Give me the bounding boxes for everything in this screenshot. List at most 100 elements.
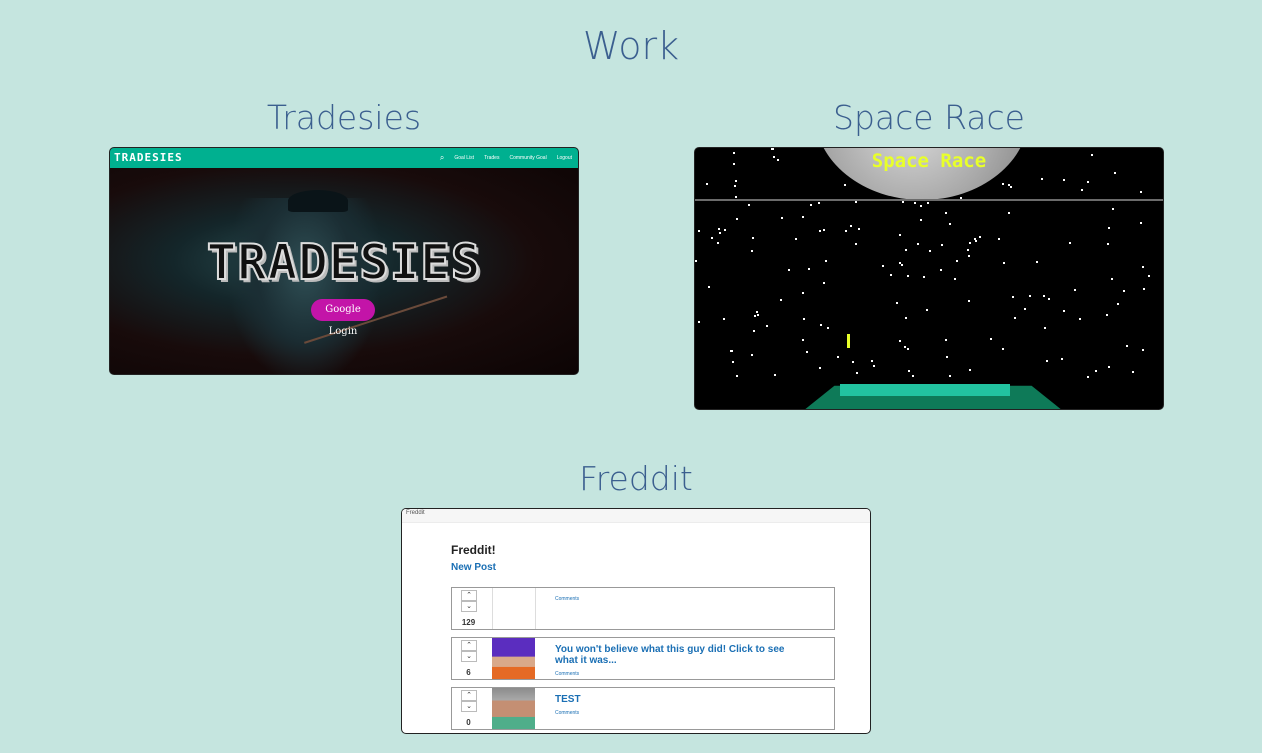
star	[698, 230, 700, 232]
star	[730, 350, 732, 352]
star	[912, 375, 914, 377]
star	[899, 262, 901, 264]
star	[1043, 295, 1045, 297]
star	[717, 242, 719, 244]
star	[774, 374, 776, 376]
star	[1003, 262, 1005, 264]
post-title: TEST	[555, 694, 581, 705]
star	[808, 268, 810, 270]
star	[819, 367, 821, 369]
star	[718, 228, 720, 230]
star	[820, 324, 822, 326]
hat-shape	[288, 190, 348, 212]
star	[736, 218, 738, 220]
freddit-window-title: Freddit	[406, 510, 425, 516]
star	[735, 196, 737, 198]
star	[1142, 266, 1144, 268]
star	[819, 230, 821, 232]
tradesies-headline: TRADESIES	[206, 233, 482, 292]
new-post-link: New Post	[451, 562, 497, 573]
post-row: ⌃ ⌄ 6 You won't believe what this guy di…	[451, 637, 835, 680]
star	[732, 361, 734, 363]
star	[1126, 345, 1128, 347]
star	[1123, 290, 1125, 292]
downvote-icon: ⌄	[461, 701, 477, 712]
star	[803, 318, 805, 320]
post-title: You won't believe what this guy did! Cli…	[555, 644, 785, 666]
post-score: 0	[466, 718, 471, 727]
star	[907, 348, 909, 350]
nav-trades: Trades	[484, 155, 500, 161]
finish-line	[695, 199, 1163, 201]
star	[902, 201, 904, 203]
star	[723, 318, 725, 320]
star	[736, 375, 738, 377]
star	[780, 299, 782, 301]
project-title-tradesies: Tradesies	[266, 98, 422, 137]
star	[896, 302, 898, 304]
star	[969, 242, 971, 244]
player-rocket	[847, 334, 850, 348]
post-thumbnail	[492, 638, 535, 679]
post-thumbnail	[492, 688, 535, 729]
star	[1002, 183, 1004, 185]
freddit-screenshot[interactable]: Freddit Freddit! New Post ⌃ ⌄ 129 Commen…	[402, 509, 870, 733]
star	[949, 375, 951, 377]
star	[1108, 227, 1110, 229]
star	[920, 205, 922, 207]
star	[1046, 360, 1048, 362]
divider	[492, 588, 493, 629]
upvote-icon: ⌃	[461, 640, 477, 651]
tradesies-brand: TRADESIES	[114, 151, 183, 164]
star	[1148, 275, 1150, 277]
star	[795, 238, 797, 240]
star	[917, 243, 919, 245]
comments-link: Comments	[555, 596, 580, 602]
star	[927, 202, 929, 204]
star	[926, 309, 928, 311]
google-login-button: Google Login	[311, 299, 375, 337]
divider	[535, 588, 536, 629]
star	[858, 228, 860, 230]
star	[766, 325, 768, 327]
space-race-screenshot[interactable]: Space Race	[695, 148, 1163, 409]
freddit-titlebar: Freddit	[402, 509, 870, 523]
star	[844, 184, 846, 186]
downvote-icon: ⌄	[461, 601, 477, 612]
star	[890, 274, 892, 276]
star	[940, 269, 942, 271]
star	[1079, 318, 1081, 320]
upvote-icon: ⌃	[461, 590, 477, 601]
star	[818, 202, 820, 204]
tradesies-screenshot[interactable]: TRADESIES ⌕ Goal List Trades Community G…	[110, 148, 578, 374]
star	[873, 365, 875, 367]
star	[781, 217, 783, 219]
star	[949, 223, 951, 225]
star	[1063, 310, 1065, 312]
star	[901, 264, 903, 266]
star	[1012, 296, 1014, 298]
star	[1108, 366, 1110, 368]
star	[748, 204, 750, 206]
star	[724, 229, 726, 231]
comments-link: Comments	[555, 710, 580, 716]
star	[929, 250, 931, 252]
star	[754, 315, 756, 317]
star	[968, 300, 970, 302]
star	[1107, 243, 1109, 245]
star	[974, 238, 976, 240]
star	[827, 327, 829, 329]
star	[823, 282, 825, 284]
star	[806, 351, 808, 353]
star	[945, 212, 947, 214]
search-icon: ⌕	[439, 153, 445, 162]
star	[1142, 349, 1144, 351]
star	[899, 234, 901, 236]
star	[1029, 295, 1031, 297]
star	[695, 260, 697, 262]
post-score: 6	[466, 668, 471, 677]
star	[1069, 242, 1071, 244]
star	[1063, 179, 1065, 181]
star	[923, 276, 925, 278]
star	[941, 244, 943, 246]
